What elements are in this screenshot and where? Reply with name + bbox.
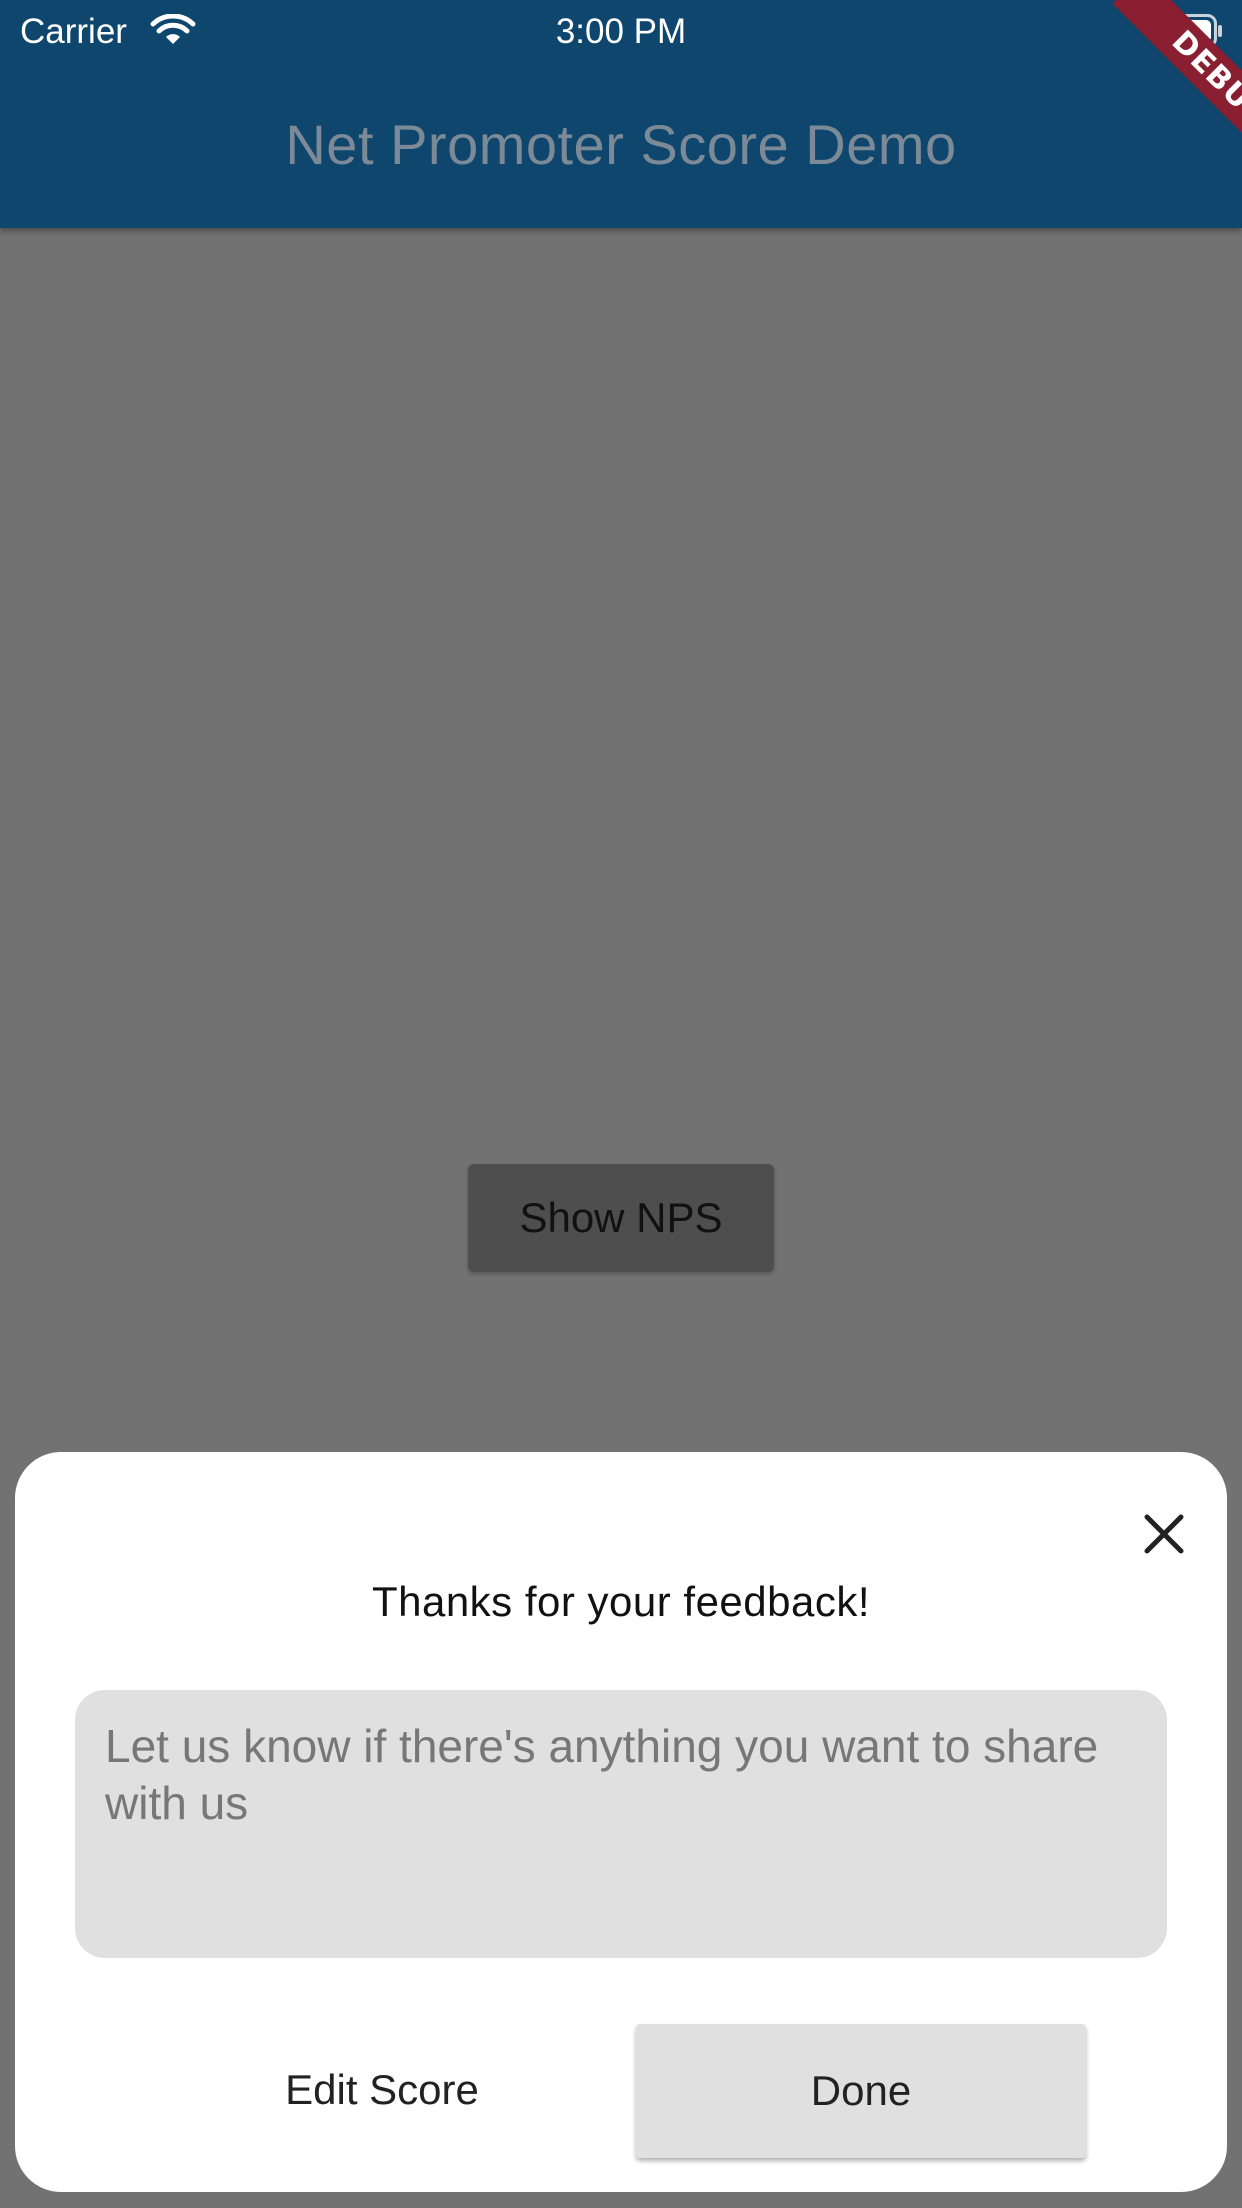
show-nps-button[interactable]: Show NPS <box>468 1164 774 1272</box>
status-bar: Carrier 3:00 PM <box>0 0 1242 62</box>
close-button[interactable] <box>1120 1490 1208 1578</box>
sheet-title: Thanks for your feedback! <box>371 1578 871 1625</box>
feedback-input[interactable] <box>75 1690 1167 1958</box>
edit-score-button[interactable]: Edit Score <box>232 2024 532 2156</box>
close-icon <box>1144 1514 1184 1554</box>
app-bar: Carrier 3:00 PM Net Promoter Score Demo … <box>0 0 1242 228</box>
app-title: Net Promoter Score Demo <box>285 113 957 176</box>
done-button[interactable]: Done <box>636 2024 1086 2158</box>
clock: 3:00 PM <box>555 12 687 51</box>
